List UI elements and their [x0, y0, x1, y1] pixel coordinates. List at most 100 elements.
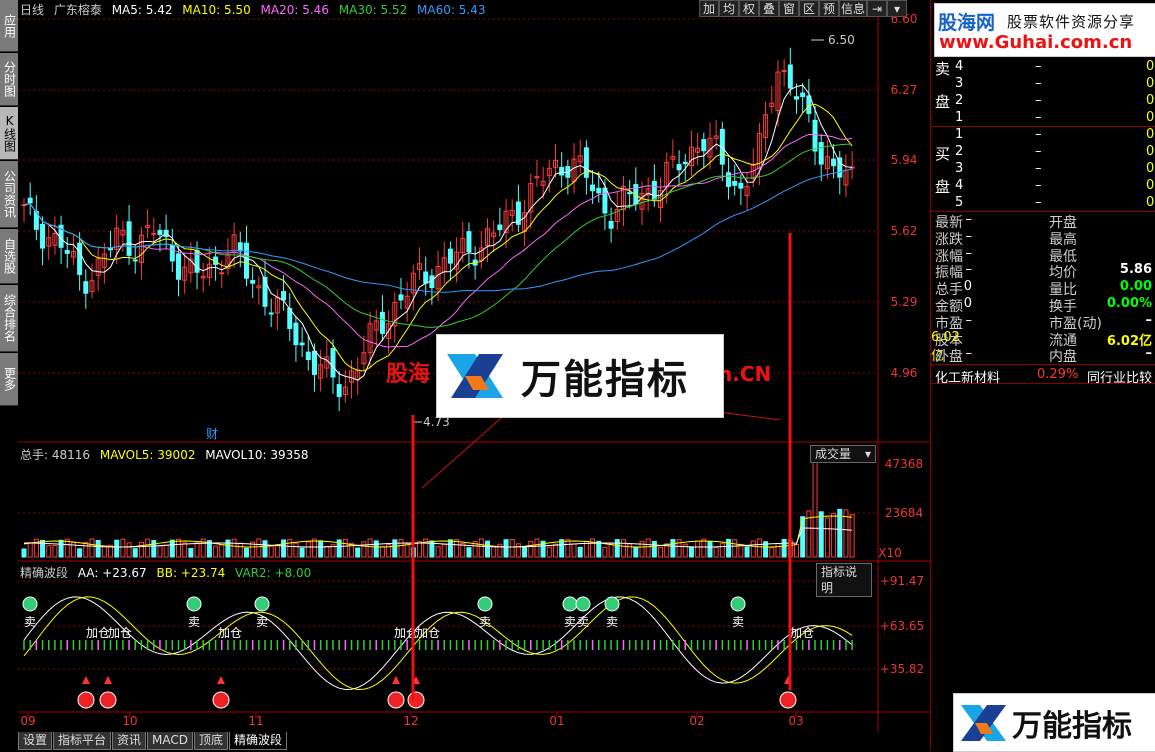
- annotation-line-2: [717, 411, 781, 421]
- sell-signal-icon: [477, 596, 493, 612]
- buy-arrow-icon: [104, 676, 112, 684]
- price-tick-label: 6.27: [891, 83, 918, 97]
- candle-body: [583, 147, 589, 178]
- indicator-help-label: 指标说明: [821, 565, 858, 595]
- sell-signal-icon: [604, 596, 620, 612]
- volume-bar: [750, 540, 756, 558]
- chevron-down-icon: ▾: [864, 447, 871, 461]
- candle-body: [398, 294, 404, 301]
- volume-bar: [138, 541, 144, 558]
- volume-bar: [565, 539, 571, 558]
- sell-signal-label: 卖: [256, 615, 268, 629]
- left-tab-5[interactable]: 综合排名: [0, 285, 18, 352]
- wanneng-corner-text: 万能指标: [1012, 708, 1132, 744]
- wanneng-corner-icon: [961, 704, 1006, 741]
- candle-body: [311, 350, 317, 375]
- volume-bar: [324, 545, 330, 558]
- toolbar-button-2[interactable]: 权: [739, 0, 759, 17]
- volume-bar: [392, 539, 398, 558]
- date-tick-label: 02: [689, 714, 704, 728]
- left-tab-6[interactable]: 更多: [0, 353, 18, 406]
- candle-body: [169, 244, 175, 262]
- candle-body: [726, 172, 732, 187]
- bottom-tab-1[interactable]: 指标平台: [53, 732, 112, 750]
- indicator-name: 精确波段: [20, 566, 69, 580]
- candle-body: [608, 220, 614, 229]
- sell-level-2: 2: [955, 93, 964, 108]
- toolbar-button-7[interactable]: 信息: [839, 0, 867, 17]
- stat-value2-8: –: [1145, 346, 1153, 362]
- sell-volume-1: 0: [1146, 110, 1155, 125]
- candle-body: [237, 242, 243, 252]
- bottom-tab-3[interactable]: MACD: [147, 732, 194, 750]
- sell-signal-label: 卖: [188, 615, 200, 629]
- volume-bar: [701, 538, 707, 558]
- sell-signal-label: 卖: [479, 615, 491, 629]
- candle-body: [447, 248, 453, 264]
- volume-bar: [83, 541, 89, 558]
- period-label: 日线: [20, 3, 45, 17]
- toolbar-button-9[interactable]: ▾: [887, 0, 907, 17]
- candle-body: [219, 272, 225, 275]
- wanneng-center-text: 万能指标: [521, 357, 689, 403]
- sell-volume-3: 0: [1146, 76, 1155, 91]
- volume-bar: [707, 541, 713, 558]
- bottom-tab-4[interactable]: 顶底: [194, 732, 229, 750]
- ma60-value: MA60: 5.43: [417, 3, 486, 17]
- volume-bar: [794, 544, 799, 558]
- left-tab-4[interactable]: 自选股: [0, 229, 18, 284]
- volume-bar: [157, 545, 163, 558]
- bottom-tab-2[interactable]: 资讯: [112, 732, 147, 750]
- volume-bar: [219, 544, 225, 558]
- volume-bar: [534, 538, 540, 558]
- candle-body: [701, 139, 707, 152]
- buy-arrow-icon: [217, 676, 225, 684]
- sell-signal-label: 卖: [577, 615, 589, 629]
- left-tab-2[interactable]: K线图: [0, 107, 18, 160]
- left-tab-1[interactable]: 分时图: [0, 53, 18, 106]
- volume-dropdown-label: 成交量: [815, 447, 852, 461]
- candle-body: [330, 348, 336, 378]
- add-signal-label: 加仓: [108, 626, 132, 640]
- guhai-subtitle: 股票软件资源分享: [1007, 13, 1136, 31]
- indicator-help-button[interactable]: 指标说明: [816, 563, 872, 597]
- candle-body: [423, 271, 429, 284]
- bottom-tab-5[interactable]: 精确波段: [229, 732, 288, 750]
- toolbar-button-5[interactable]: 区: [799, 0, 819, 17]
- finance-event-marker: 财: [206, 427, 218, 441]
- left-tab-3[interactable]: 公司资讯: [0, 161, 18, 228]
- sell-price-2: –: [1035, 93, 1042, 108]
- candle-body: [305, 351, 311, 361]
- buy-volume-5: 0: [1146, 195, 1155, 210]
- toolbar-button-4[interactable]: 窗: [779, 0, 799, 17]
- toolbar-button-0[interactable]: 加: [699, 0, 719, 17]
- volume-bar: [478, 538, 484, 558]
- industry-compare-button[interactable]: 同行业比较: [1087, 367, 1152, 386]
- toolbar-button-3[interactable]: 叠: [759, 0, 779, 17]
- volume-bar: [89, 538, 95, 558]
- volume-bar: [818, 511, 824, 558]
- candle-body: [651, 180, 657, 200]
- volume-bar: [559, 539, 565, 558]
- total-volume: 总手: 48116: [20, 448, 91, 462]
- volume-indicator-dropdown[interactable]: 成交量 ▾: [810, 445, 876, 463]
- toolbar-button-8[interactable]: ⇥: [867, 0, 887, 17]
- toolbar-button-1[interactable]: 均: [719, 0, 739, 17]
- volume-bar: [744, 546, 750, 558]
- candle-body: [40, 223, 46, 249]
- volume-bar: [404, 543, 410, 558]
- volume-bar: [21, 548, 27, 558]
- orderbook-divider: [931, 126, 1155, 127]
- left-tab-0[interactable]: 应用: [0, 0, 18, 52]
- mavol10-value: MAVOL10: 39358: [205, 448, 309, 462]
- sell-signal-label: 卖: [732, 615, 744, 629]
- center-watermark-left: 股海: [386, 362, 431, 387]
- bottom-tab-0[interactable]: 设置: [18, 732, 53, 750]
- volume-bar: [688, 546, 694, 558]
- sell-signal-label: 卖: [564, 615, 576, 629]
- toolbar-button-6[interactable]: 预: [819, 0, 839, 17]
- var2-value: VAR2: +8.00: [235, 566, 312, 580]
- add-signal-label: 加仓: [416, 626, 440, 640]
- sell-label-2: 盘: [935, 93, 951, 111]
- sell-signal-icon: [254, 596, 270, 612]
